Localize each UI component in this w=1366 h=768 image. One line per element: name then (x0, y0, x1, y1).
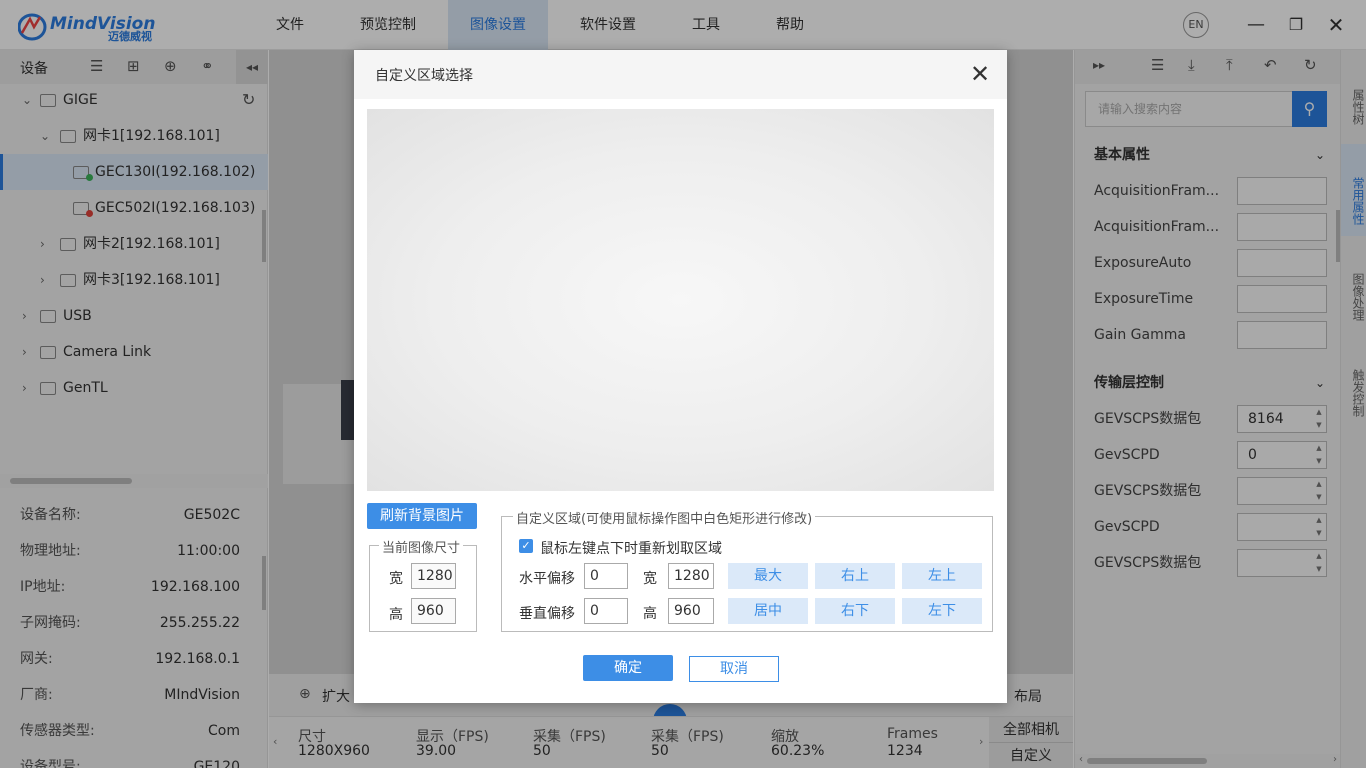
dialog-title: 自定义区域选择 (375, 68, 473, 84)
redraw-checkbox[interactable]: ✓ (519, 539, 533, 553)
roi-height-label: 高 (643, 606, 657, 622)
v-offset-input[interactable]: 0 (584, 598, 628, 624)
bottom-right-button[interactable]: 右下 (815, 598, 895, 624)
roi-width-label: 宽 (643, 571, 657, 587)
top-left-button[interactable]: 左上 (902, 563, 982, 589)
custom-roi-dialog: 自定义区域选择 ✕ 刷新背景图片 当前图像尺寸 宽 1280 高 960 自定义… (354, 50, 1007, 703)
roi-group-label: 自定义区域(可使用鼠标操作图中白色矩形进行修改) (513, 508, 816, 527)
current-size-label: 当前图像尺寸 (379, 537, 464, 556)
h-offset-label: 水平偏移 (519, 571, 575, 587)
roi-preview-canvas[interactable] (367, 109, 994, 491)
height-label: 高 (389, 607, 403, 623)
roi-width-input[interactable]: 1280 (668, 563, 714, 589)
dialog-header: 自定义区域选择 ✕ (354, 50, 1007, 99)
roi-group: 自定义区域(可使用鼠标操作图中白色矩形进行修改) ✓ 鼠标左键点下时重新划取区域… (501, 508, 993, 632)
current-size-group: 当前图像尺寸 宽 1280 高 960 (369, 537, 477, 632)
v-offset-label: 垂直偏移 (519, 606, 575, 622)
top-right-button[interactable]: 右上 (815, 563, 895, 589)
h-offset-input[interactable]: 0 (584, 563, 628, 589)
ok-button[interactable]: 确定 (583, 655, 673, 681)
roi-height-input[interactable]: 960 (668, 598, 714, 624)
redraw-checkbox-label[interactable]: 鼠标左键点下时重新划取区域 (540, 538, 722, 558)
width-label: 宽 (389, 571, 403, 587)
current-height-field: 960 (411, 598, 456, 624)
center-button[interactable]: 居中 (728, 598, 808, 624)
bottom-left-button[interactable]: 左下 (902, 598, 982, 624)
refresh-background-button[interactable]: 刷新背景图片 (367, 503, 477, 529)
current-width-field: 1280 (411, 563, 456, 589)
cancel-button[interactable]: 取消 (689, 656, 779, 682)
close-icon[interactable]: ✕ (966, 60, 994, 88)
max-button[interactable]: 最大 (728, 563, 808, 589)
